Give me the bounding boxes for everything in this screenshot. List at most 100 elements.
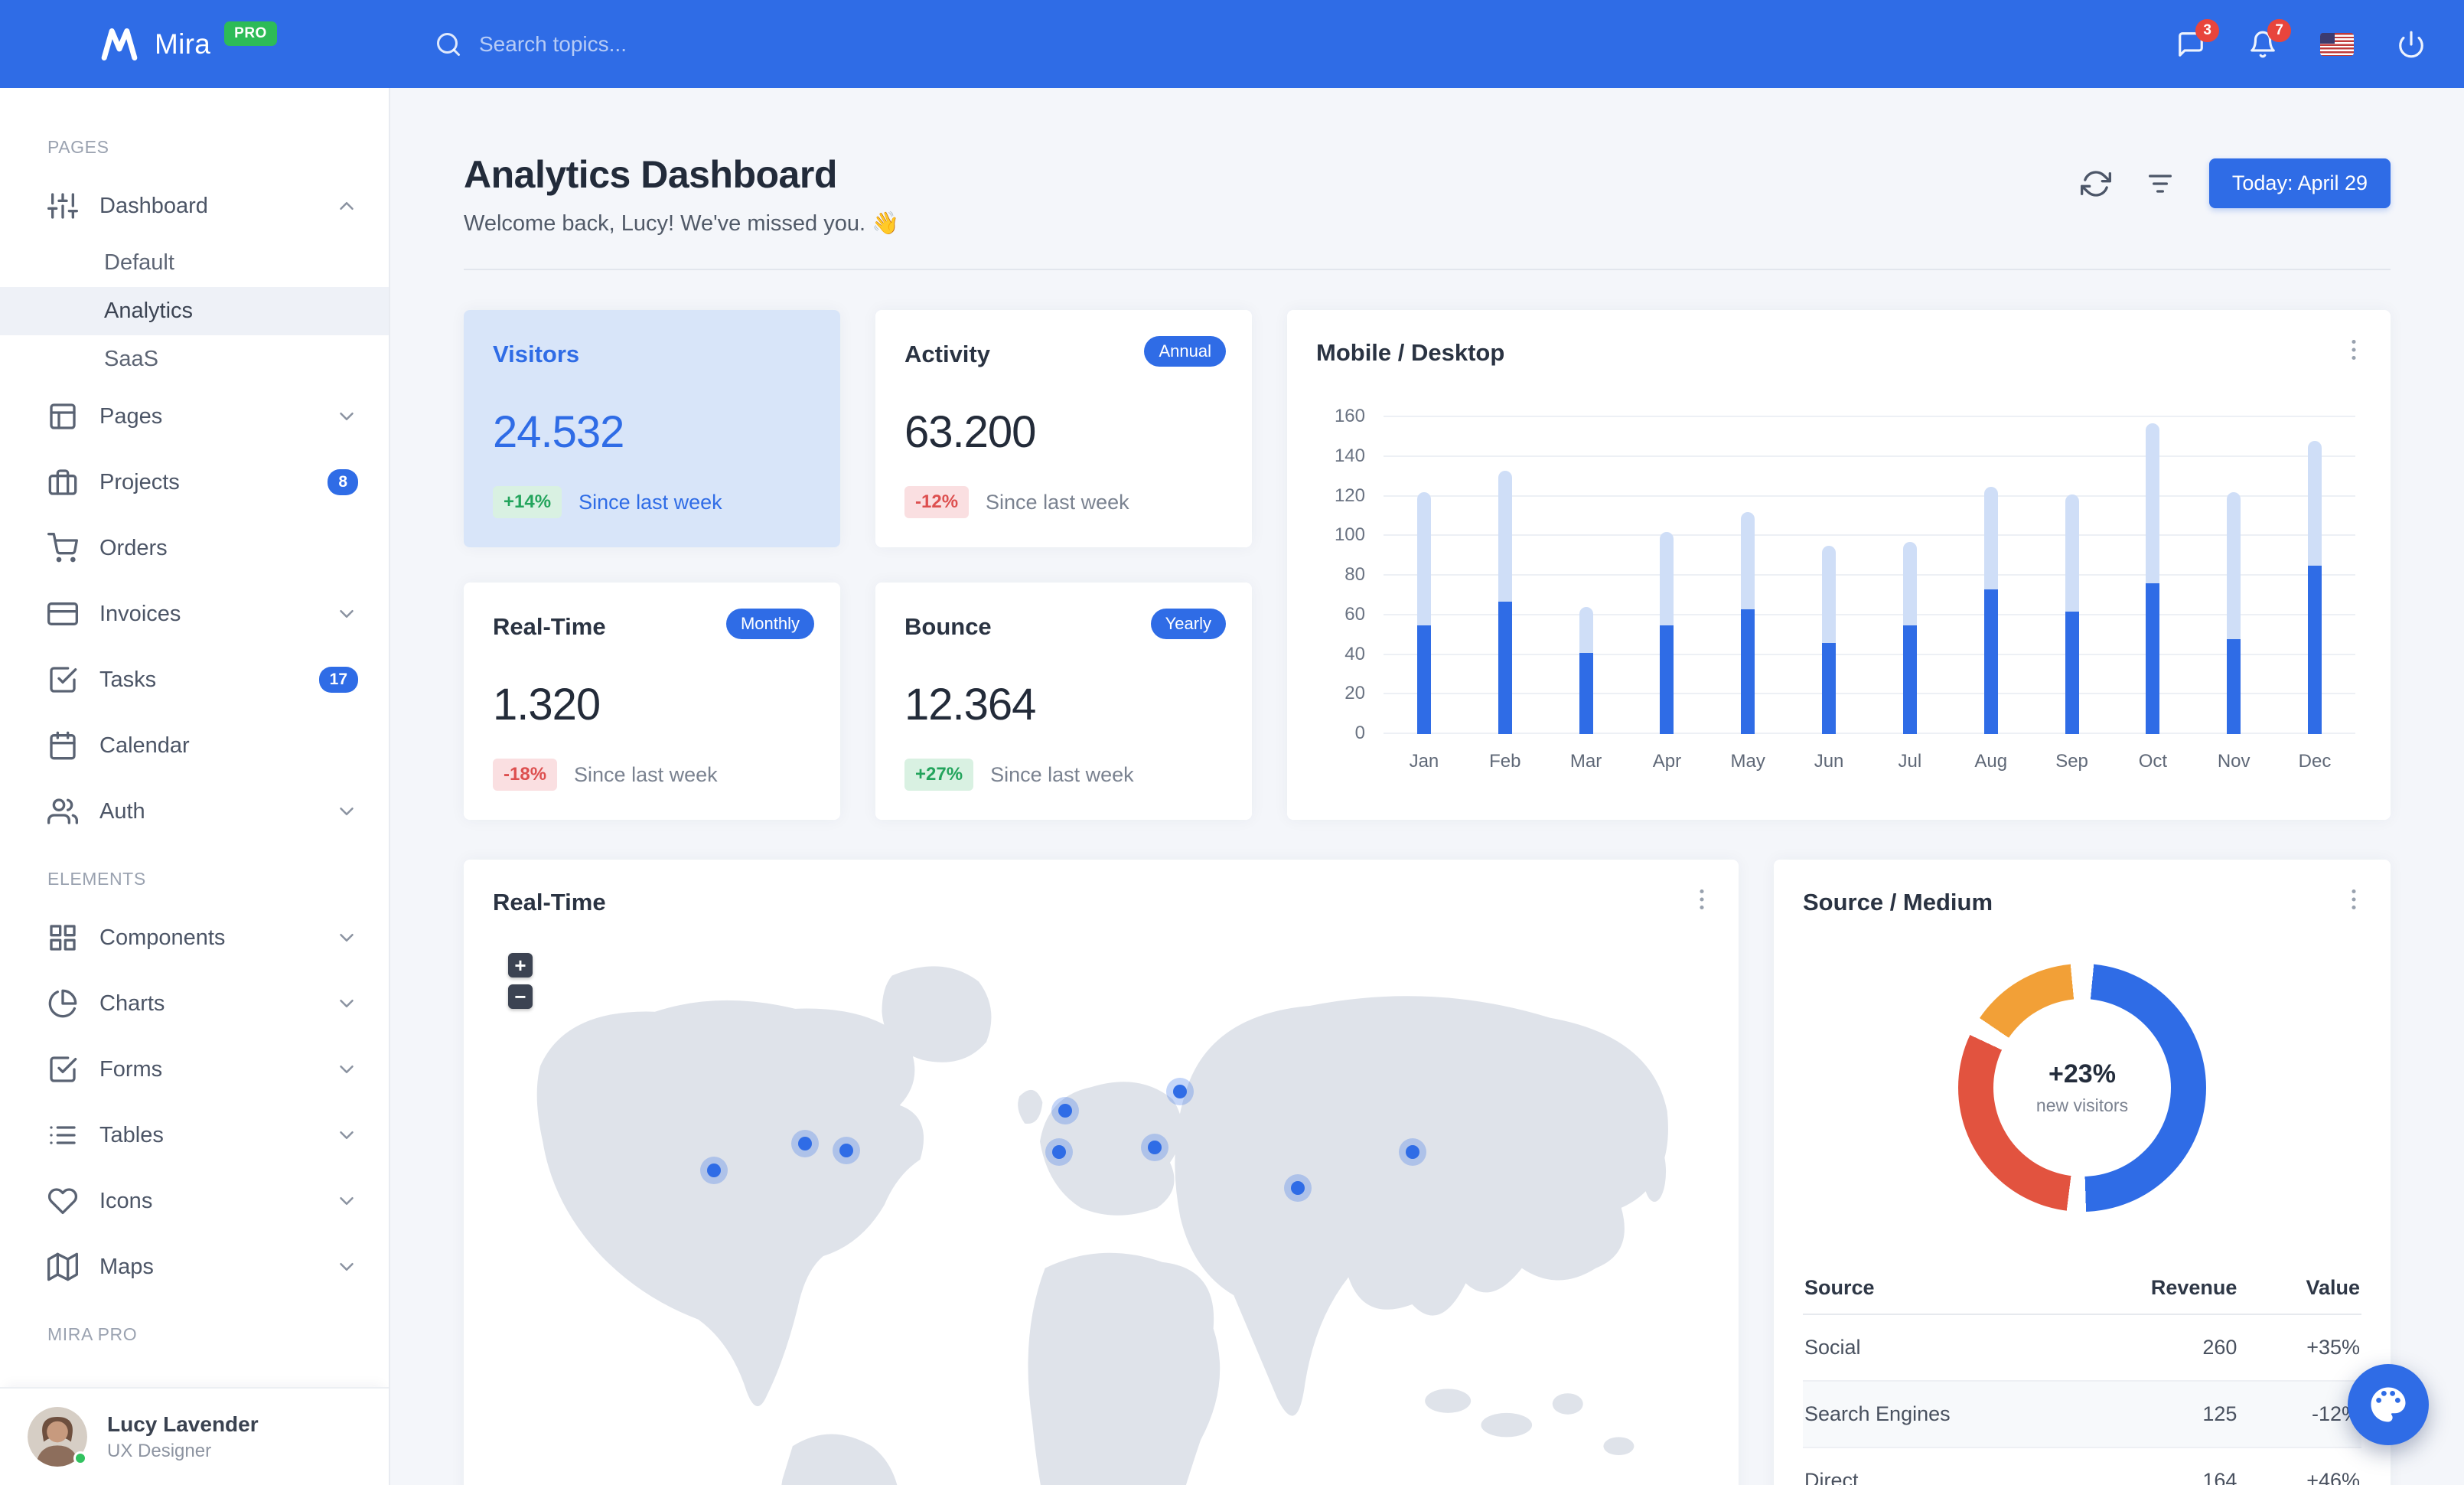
sidebar-user[interactable]: Lucy Lavender UX Designer	[0, 1387, 389, 1485]
bar-feb[interactable]	[1465, 417, 1546, 734]
sidebar-item-label: Charts	[99, 991, 165, 1016]
header-divider	[464, 269, 2391, 270]
bottom-grid: Real-Time + − Source / Medium +23% new v…	[464, 860, 2391, 1485]
map-zoom-out-button[interactable]: −	[508, 984, 533, 1009]
y-axis-tick: 120	[1334, 485, 1365, 506]
sidebar-item-label: Projects	[99, 469, 180, 494]
page-header: Analytics Dashboard Welcome back, Lucy! …	[464, 152, 2391, 237]
stat-card-visitors[interactable]: Visitors 24.532 +14% Since last week	[464, 310, 840, 547]
bar-mar[interactable]	[1546, 417, 1627, 734]
search-input[interactable]	[479, 31, 908, 57]
filter-button[interactable]	[2145, 168, 2176, 199]
map-marker[interactable]	[1140, 1133, 1168, 1161]
bar-apr[interactable]	[1626, 417, 1707, 734]
source-donut-chart[interactable]: +23% new visitors	[1958, 964, 2206, 1212]
map-icon	[47, 1252, 78, 1281]
notifications-button[interactable]: 7	[2248, 18, 2291, 59]
y-axis-tick: 80	[1344, 564, 1365, 585]
revenue-header: Revenue	[2054, 1262, 2239, 1315]
x-axis-label: Apr	[1652, 751, 1682, 772]
stat-card-bounce[interactable]: Bounce Yearly 12.364 +27% Since last wee…	[875, 583, 1252, 820]
chevron-down-icon	[340, 934, 354, 942]
map-menu-button[interactable]	[1688, 886, 1716, 913]
bar-sep[interactable]	[2032, 417, 2113, 734]
world-map-svg	[536, 966, 1668, 1485]
value-cell: +46%	[2238, 1447, 2361, 1485]
sidebar: PAGES Dashboard Default Analytics SaaS Pages…	[0, 88, 390, 1485]
map-marker[interactable]	[1283, 1173, 1312, 1202]
x-axis-label: Jan	[1409, 751, 1439, 772]
language-button[interactable]	[2320, 32, 2354, 56]
sidebar-item-tables[interactable]: Tables	[0, 1102, 389, 1168]
map-zoom-in-button[interactable]: +	[508, 953, 533, 977]
map-marker[interactable]	[1398, 1138, 1426, 1166]
search-icon	[437, 32, 460, 56]
bar-may[interactable]	[1707, 417, 1788, 734]
sliders-icon	[47, 193, 78, 219]
brand[interactable]: Mira PRO	[0, 21, 390, 66]
theme-settings-fab[interactable]	[2348, 1364, 2429, 1445]
y-axis-tick: 20	[1344, 683, 1365, 704]
stat-card-real-time[interactable]: Real-Time Monthly 1.320 -18% Since last …	[464, 583, 840, 820]
map-marker[interactable]	[699, 1157, 728, 1185]
realtime-map-card: Real-Time + −	[464, 860, 1739, 1485]
stat-value: 24.532	[493, 407, 624, 457]
sidebar-item-projects[interactable]: Projects 8	[0, 449, 389, 515]
sidebar-item-icons[interactable]: Icons	[0, 1168, 389, 1234]
grid-icon	[50, 925, 76, 951]
stat-caption: Since last week	[986, 490, 1129, 514]
check-square-icon	[50, 1056, 77, 1082]
calendar-icon	[50, 731, 76, 760]
y-axis-tick: 160	[1334, 406, 1365, 426]
top-navbar: Mira PRO 3 7	[0, 0, 2464, 88]
sidebar-item-forms[interactable]: Forms	[0, 1036, 389, 1102]
bar-jan[interactable]	[1384, 417, 1465, 734]
top-grid: Visitors 24.532 +14% Since last week Act…	[464, 310, 2391, 820]
sidebar-item-dashboard[interactable]: Dashboard	[0, 173, 389, 239]
sidebar-nav: PAGES Dashboard Default Analytics SaaS Pages…	[0, 88, 389, 1360]
map-marker[interactable]	[1166, 1078, 1195, 1106]
x-axis-label: Jun	[1814, 751, 1844, 772]
refresh-button[interactable]	[2080, 168, 2111, 199]
sidebar-subitem-saas[interactable]: SaaS	[0, 335, 389, 383]
sidebar-item-charts[interactable]: Charts	[0, 971, 389, 1036]
map-marker[interactable]	[1045, 1138, 1074, 1166]
bar-dec[interactable]	[2274, 417, 2355, 734]
bar-aug[interactable]	[1951, 417, 2032, 734]
sidebar-item-label: Icons	[99, 1188, 153, 1213]
stat-card-activity[interactable]: Activity Annual 63.200 -12% Since last w…	[875, 310, 1252, 547]
source-menu-button[interactable]	[2340, 886, 2368, 913]
stat-value: 1.320	[493, 680, 601, 729]
bar-jun[interactable]	[1788, 417, 1869, 734]
users-icon	[47, 798, 78, 824]
messages-button[interactable]: 3	[2176, 18, 2219, 59]
chart-menu-button[interactable]	[2340, 336, 2368, 364]
bar-oct[interactable]	[2112, 417, 2193, 734]
map-marker[interactable]	[791, 1130, 820, 1158]
power-icon	[2399, 31, 2423, 57]
sidebar-subitem-analytics[interactable]: Analytics	[0, 287, 389, 335]
sidebar-item-invoices[interactable]: Invoices	[0, 581, 389, 647]
source-medium-card: Source / Medium +23% new visitors Source	[1774, 860, 2391, 1485]
sidebar-item-tasks[interactable]: Tasks 17	[0, 647, 389, 713]
sidebar-subitem-default[interactable]: Default	[0, 239, 389, 287]
bar-nov[interactable]	[2193, 417, 2274, 734]
stat-period-badge: Yearly	[1150, 609, 1226, 639]
sidebar-item-components[interactable]: Components	[0, 905, 389, 971]
sidebar-item-auth[interactable]: Auth	[0, 778, 389, 844]
date-range-button[interactable]: Today: April 29	[2208, 158, 2391, 208]
world-map[interactable]: + −	[464, 948, 1739, 1485]
main-content: Analytics Dashboard Welcome back, Lucy! …	[390, 0, 2464, 1485]
filter-icon	[2148, 174, 2172, 193]
revenue-cell: 164	[2054, 1447, 2239, 1485]
sidebar-item-maps[interactable]: Maps	[0, 1234, 389, 1300]
map-marker[interactable]	[1051, 1096, 1080, 1124]
bar-jul[interactable]	[1869, 417, 1951, 734]
sidebar-item-orders[interactable]: Orders	[0, 515, 389, 581]
stat-caption: Since last week	[579, 490, 722, 514]
map-marker[interactable]	[832, 1136, 860, 1164]
chevron-down-icon	[340, 1066, 354, 1073]
sidebar-item-calendar[interactable]: Calendar	[0, 713, 389, 778]
sidebar-item-pages[interactable]: Pages	[0, 383, 389, 449]
sign-out-button[interactable]	[2397, 30, 2426, 59]
